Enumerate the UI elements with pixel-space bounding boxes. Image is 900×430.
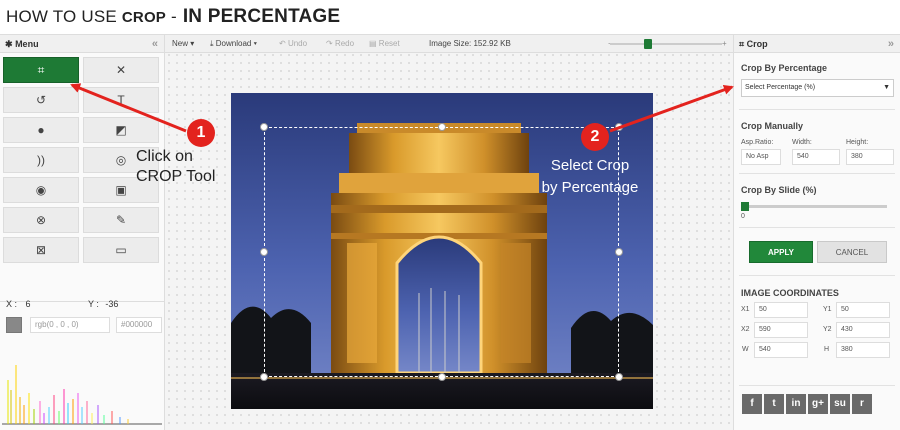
heading-dash: - bbox=[166, 7, 177, 26]
heading-emph: IN PERCENTAGE bbox=[182, 6, 341, 27]
step-two-line2: by Percentage bbox=[541, 179, 639, 196]
step-one-line2: CROP Tool bbox=[136, 168, 216, 185]
heading-prefix: HOW TO USE bbox=[6, 7, 122, 26]
step-two-text: Select Crop by Percentage bbox=[520, 155, 660, 199]
step-one-text: Click on CROP Tool bbox=[136, 147, 215, 187]
step-two-line1: Select Crop bbox=[550, 157, 630, 174]
page-heading: HOW TO USE CROP - IN PERCENTAGE bbox=[6, 6, 340, 30]
tutorial-annotations bbox=[70, 83, 734, 151]
step-one-line1: Click on bbox=[136, 148, 193, 165]
step-two-badge: 2 bbox=[590, 128, 600, 145]
editor-app: ✱ Menu « ⌗ ✕ ↺ T ● ◩ )) ◎ ◉ ▣ ⊗ ✎ ⊠ ▭ X … bbox=[0, 34, 900, 430]
heading-tool: CROP bbox=[121, 9, 167, 26]
step-one-badge: 1 bbox=[196, 124, 206, 141]
